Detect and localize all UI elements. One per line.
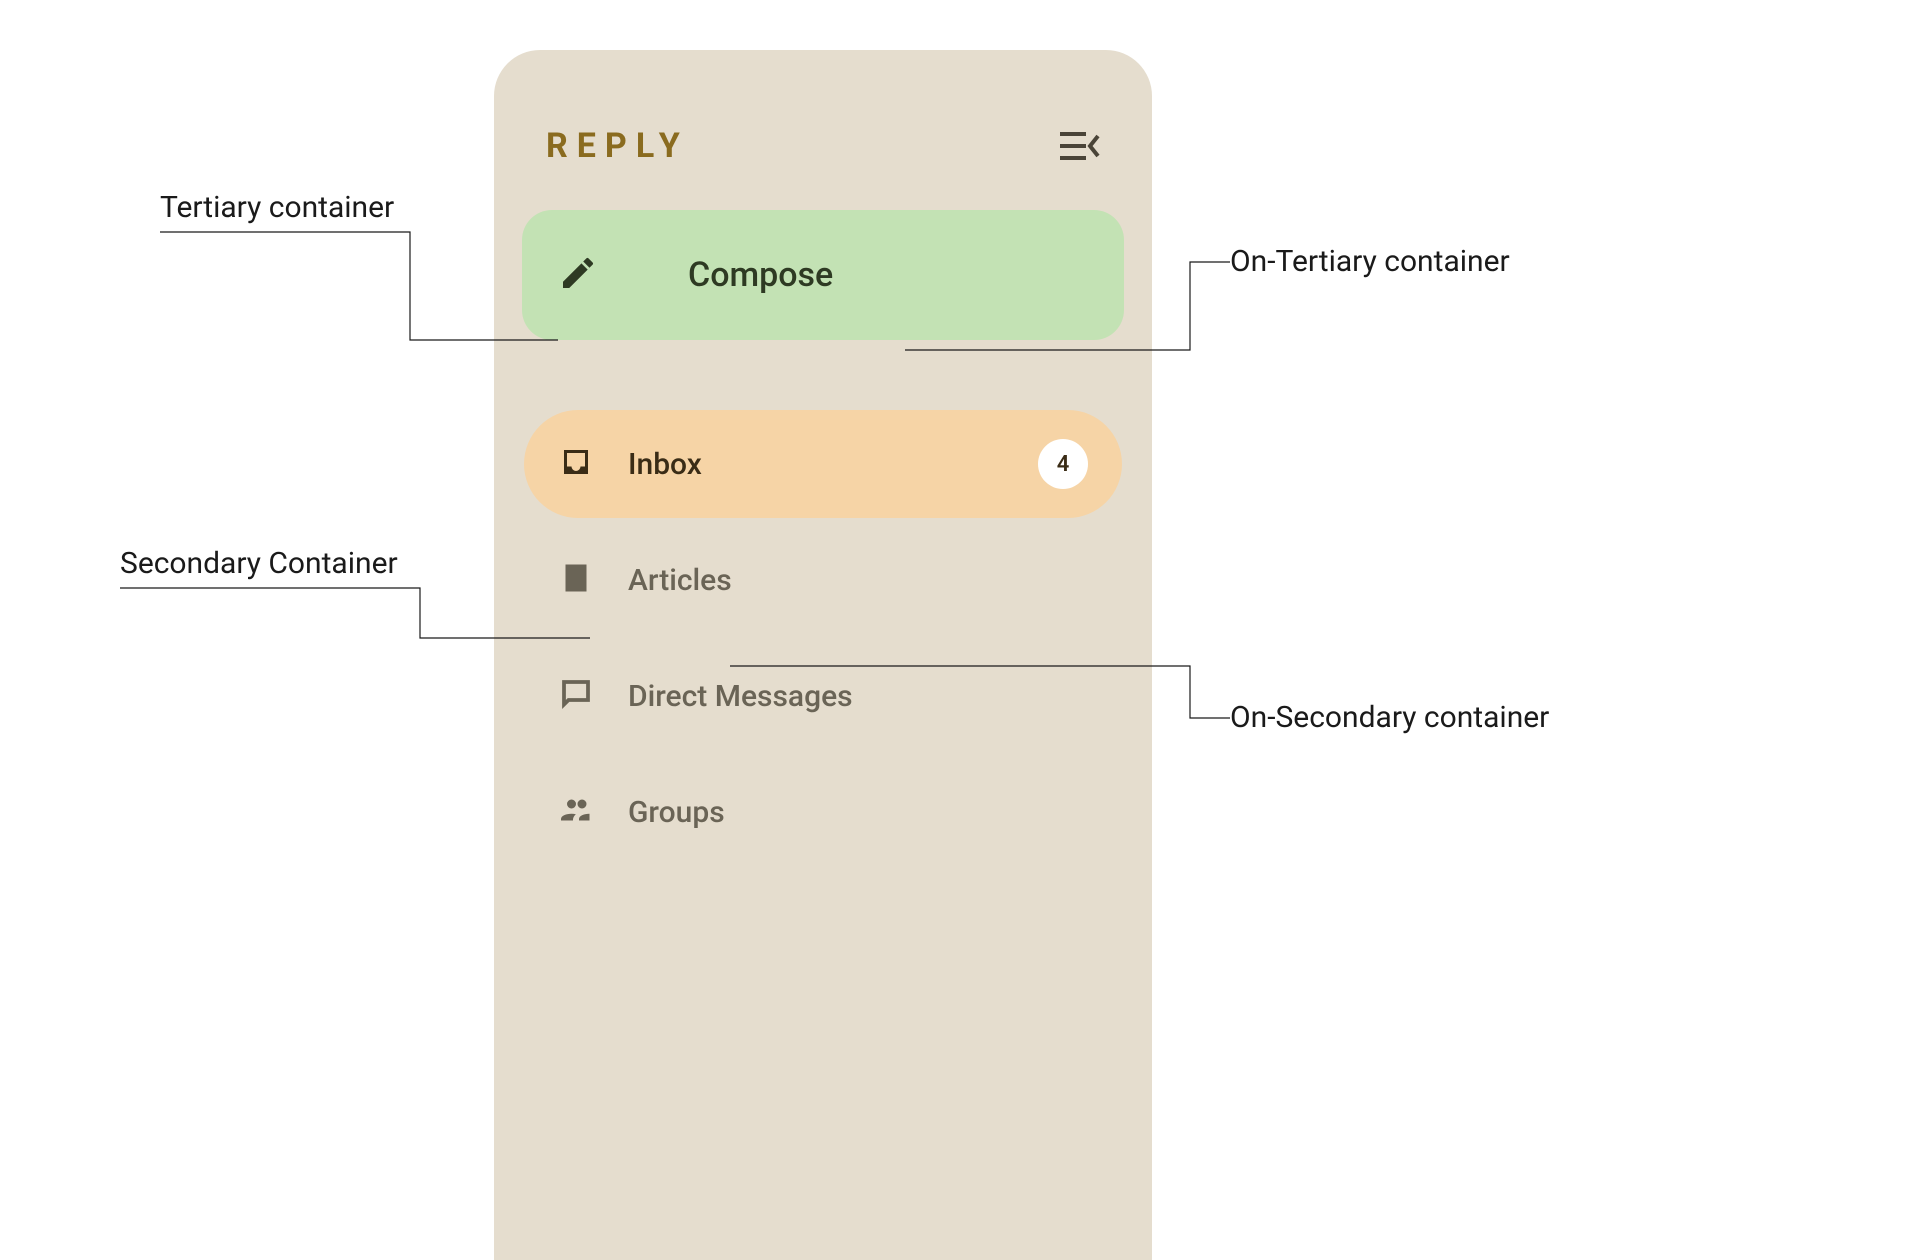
article-icon xyxy=(558,560,594,600)
edit-icon xyxy=(558,253,598,297)
nav-drawer-inner: REPLY Compose xyxy=(494,50,1152,866)
groups-icon xyxy=(558,792,594,832)
compose-button[interactable]: Compose xyxy=(522,210,1124,340)
menu-close-icon[interactable] xyxy=(1058,130,1100,162)
chat-icon xyxy=(558,676,594,716)
callout-secondary: Secondary Container xyxy=(120,546,398,581)
nav-item-inbox[interactable]: Inbox 4 xyxy=(524,410,1122,518)
nav-item-label: Groups xyxy=(628,795,725,830)
brand-wordmark: REPLY xyxy=(546,126,689,166)
inbox-icon xyxy=(558,444,594,484)
nav-drawer-panel: REPLY Compose xyxy=(494,50,1152,1260)
diagram-stage: REPLY Compose xyxy=(0,0,1916,1260)
callout-on-secondary: On-Secondary container xyxy=(1230,700,1549,735)
nav-item-label: Direct Messages xyxy=(628,679,853,714)
nav-item-direct-messages[interactable]: Direct Messages xyxy=(524,642,1122,750)
callout-on-tertiary: On-Tertiary container xyxy=(1230,244,1510,279)
nav-item-label: Inbox xyxy=(628,447,702,482)
drawer-header: REPLY xyxy=(522,86,1124,210)
nav-item-articles[interactable]: Articles xyxy=(524,526,1122,634)
nav-item-label: Articles xyxy=(628,563,732,598)
inbox-count-badge: 4 xyxy=(1038,439,1088,489)
nav-item-groups[interactable]: Groups xyxy=(524,758,1122,866)
compose-label: Compose xyxy=(688,255,833,295)
nav-list: Inbox 4 Articles Direct Messages xyxy=(522,410,1124,866)
callout-tertiary: Tertiary container xyxy=(160,190,394,225)
